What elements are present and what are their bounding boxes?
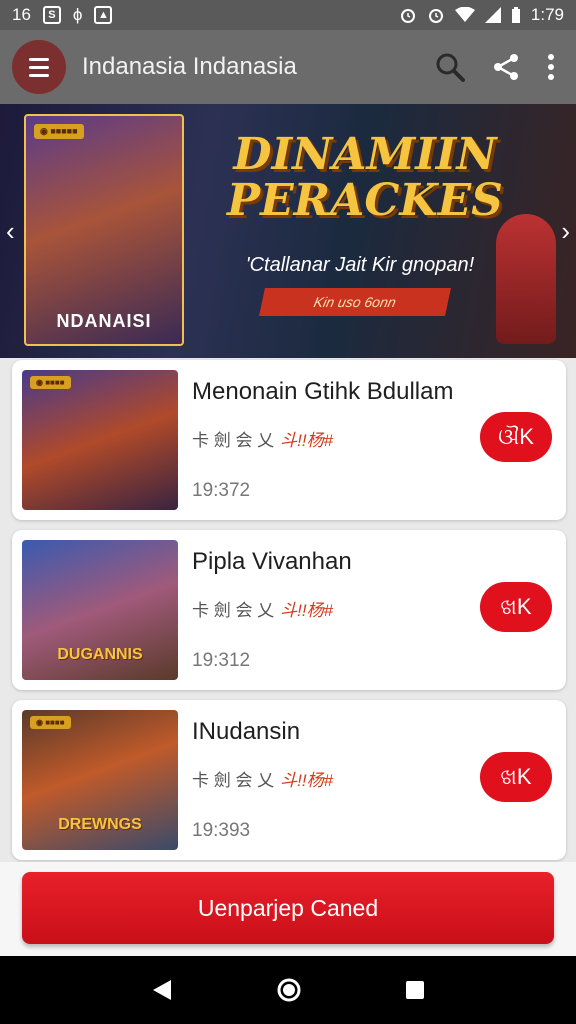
alarm-icon [400,9,415,23]
banner-hero-figure [496,214,556,344]
list-item[interactable]: ◉ ■■■■ Menonain Gtihk Bdullam 卡 劍 会 乂斗!!… [12,360,566,520]
app-bar: Indanasia Indanasia [0,30,576,104]
banner-ribbon: Kin uso 6onn [259,288,451,316]
banner-poster-image: ◉ ■■■■■ NDANAISI [24,114,184,346]
meta-text: 卡 劍 会 乂 [192,771,275,790]
meta-text: 卡 劍 会 乂 [192,601,275,620]
game-thumbnail[interactable]: ◉ ■■■■ [22,370,178,510]
ok-button[interactable]: ଖK [480,752,552,802]
game-thumbnail[interactable]: ◉ ■■■■ DREWNGS [22,710,178,850]
game-time: 19:312 [192,650,251,671]
home-icon[interactable] [276,977,302,1003]
poster-title: NDANAISI [56,311,152,331]
game-meta: 卡 劍 会 乂斗!!杨# [192,596,333,621]
chevron-right-icon[interactable]: › [561,216,570,247]
meta-text: 卡 劍 会 乂 [192,431,275,450]
poster-tag: ◉ ■■■■■ [34,124,84,139]
headline-line-2: PERACKES [227,175,503,226]
menu-icon [29,57,49,61]
status-bar: 16 S ϕ ▲ 1:79 [0,0,576,30]
game-title: Pipla Vivanhan [192,548,352,575]
list-item[interactable]: DUGANNIS Pipla Vivanhan 卡 劍 会 乂斗!!杨# 19:… [12,530,566,690]
ok-button[interactable]: ଖK [480,582,552,632]
status-right-icons: 1:79 [399,5,564,25]
game-title: Menonain Gtihk Bdullam [192,378,454,405]
thumb-tag: ◉ ■■■■ [30,376,71,389]
game-time: 19:393 [192,820,251,841]
wifi-icon [454,7,475,22]
recents-icon[interactable] [405,980,425,1000]
image-icon: ▲ [94,6,113,24]
game-title: INudansin [192,718,301,745]
headline-line-1: DINAMIIN [233,129,497,180]
thumb-title: DREWNGS [58,816,142,833]
primary-cta-button[interactable]: Uenparjep Caned [22,872,554,944]
status-left-icons: 16 S ϕ ▲ [12,5,399,25]
status-notification-text: 16 [12,5,31,24]
promo-banner[interactable]: ◉ ■■■■■ NDANAISI DINAMIIN PERACKES 'Ctal… [0,104,576,358]
thumb-tag: ◉ ■■■■ [30,716,71,729]
share-icon[interactable] [492,53,520,81]
game-meta: 卡 劍 会 乂斗!!杨# [192,426,333,451]
meta-accent: 斗!!杨# [280,771,334,790]
list-item[interactable]: ◉ ■■■■ DREWNGS INudansin 卡 劍 会 乂斗!!杨# 19… [12,700,566,860]
more-vert-icon[interactable] [546,53,556,81]
meta-accent: 斗!!杨# [280,431,334,450]
sync-icon: ϕ [72,5,83,24]
back-icon[interactable] [151,978,173,1002]
search-icon[interactable] [434,51,466,83]
s-app-icon: S [42,6,61,24]
app-title: Indanasia Indanasia [82,53,297,80]
meta-accent: 斗!!杨# [280,601,334,620]
banner-headline: DINAMIIN PERACKES [220,132,510,224]
ok-button[interactable]: ଔK [480,412,552,462]
system-nav-bar [0,956,576,1024]
app-actions [434,51,556,83]
game-list: ◉ ■■■■ Menonain Gtihk Bdullam 卡 劍 会 乂斗!!… [12,360,566,870]
battery-icon [511,7,520,23]
game-meta: 卡 劍 会 乂斗!!杨# [192,766,333,791]
signal-icon [484,7,501,23]
status-time: 1:79 [530,5,564,24]
alarm-icon-2 [428,9,443,23]
game-thumbnail[interactable]: DUGANNIS [22,540,178,680]
footer-area: Uenparjep Caned [0,862,576,956]
game-time: 19:372 [192,480,251,501]
menu-button[interactable] [12,40,66,94]
banner-subtitle: 'Ctallanar Jait Kir gnopan! [245,254,475,276]
thumb-title: DUGANNIS [57,646,143,663]
chevron-left-icon[interactable]: ‹ [6,216,15,247]
